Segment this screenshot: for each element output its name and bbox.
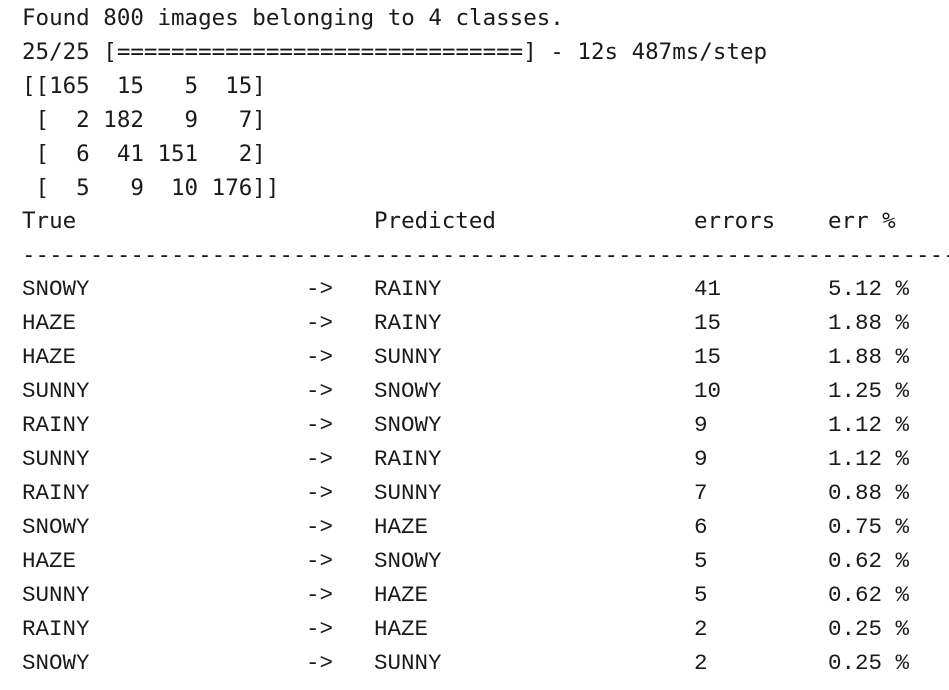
arrow-cell: -> <box>306 548 334 574</box>
predicted-class-cell: SNOWY <box>374 378 442 404</box>
table-row: SNOWY -> RAINY 41 5.12 % <box>0 272 949 306</box>
predicted-class-cell: RAINY <box>374 446 442 472</box>
arrow-cell: -> <box>306 616 334 642</box>
arrow-cell: -> <box>306 344 334 370</box>
predicted-class-cell: RAINY <box>374 310 442 336</box>
table-row: HAZE -> SUNNY 15 1.88 % <box>0 340 949 374</box>
error-percent-cell: 5.12 % <box>828 276 910 302</box>
error-percent-cell: 1.25 % <box>828 378 910 404</box>
arrow-cell: -> <box>306 514 334 540</box>
predicted-class-cell: SUNNY <box>374 344 442 370</box>
table-row: RAINY -> SNOWY 9 1.12 % <box>0 408 949 442</box>
predicted-class-cell: SNOWY <box>374 412 442 438</box>
arrow-cell: -> <box>306 412 334 438</box>
errors-cell: 2 <box>694 616 708 642</box>
true-class-cell: HAZE <box>22 548 77 574</box>
errors-cell: 9 <box>694 446 708 472</box>
true-class-cell: HAZE <box>22 310 77 336</box>
true-class-cell: SNOWY <box>22 650 90 676</box>
true-class-cell: SNOWY <box>22 276 90 302</box>
found-images-line: Found 800 images belonging to 4 classes. <box>22 5 564 31</box>
errors-cell: 6 <box>694 514 708 540</box>
arrow-cell: -> <box>306 446 334 472</box>
table-row: SUNNY -> SNOWY 10 1.25 % <box>0 374 949 408</box>
true-class-cell: SUNNY <box>22 446 90 472</box>
arrow-cell: -> <box>306 480 334 506</box>
true-class-cell: RAINY <box>22 616 90 642</box>
error-percent-cell: 1.12 % <box>828 446 910 472</box>
header-true: True <box>22 208 77 234</box>
table-row: RAINY -> HAZE 2 0.25 % <box>0 612 949 646</box>
predicted-class-cell: SNOWY <box>374 548 442 574</box>
predicted-class-cell: SUNNY <box>374 650 442 676</box>
errors-cell: 10 <box>694 378 722 404</box>
errors-cell: 15 <box>694 344 722 370</box>
header-predicted: Predicted <box>374 208 496 234</box>
predicted-class-cell: HAZE <box>374 582 429 608</box>
predicted-class-cell: HAZE <box>374 514 429 540</box>
table-header: True Predicted errors err % <box>0 204 949 238</box>
true-class-cell: HAZE <box>22 344 77 370</box>
arrow-cell: -> <box>306 378 334 404</box>
true-class-cell: SNOWY <box>22 514 90 540</box>
confusion-matrix-row: [ 6 41 151 2] <box>22 141 266 167</box>
table-row: SNOWY -> SUNNY 2 0.25 % <box>0 646 949 680</box>
predicted-class-cell: SUNNY <box>374 480 442 506</box>
predicted-class-cell: HAZE <box>374 616 429 642</box>
error-percent-cell: 0.62 % <box>828 582 910 608</box>
confusion-matrix-row: [ 5 9 10 176]] <box>22 175 280 201</box>
confusion-matrix-row: [ 2 182 9 7] <box>22 107 266 133</box>
error-percent-cell: 1.88 % <box>828 310 910 336</box>
errors-cell: 5 <box>694 548 708 574</box>
header-errors: errors <box>694 208 776 234</box>
table-row: SUNNY -> RAINY 9 1.12 % <box>0 442 949 476</box>
errors-cell: 5 <box>694 582 708 608</box>
errors-cell: 2 <box>694 650 708 676</box>
header-err-pct: err % <box>828 208 896 234</box>
error-percent-cell: 0.75 % <box>828 514 910 540</box>
error-percent-cell: 0.25 % <box>828 650 910 676</box>
table-row: HAZE -> SNOWY 5 0.62 % <box>0 544 949 578</box>
true-class-cell: SUNNY <box>22 378 90 404</box>
error-percent-cell: 0.88 % <box>828 480 910 506</box>
true-class-cell: RAINY <box>22 412 90 438</box>
error-percent-cell: 0.62 % <box>828 548 910 574</box>
errors-cell: 7 <box>694 480 708 506</box>
table-row: HAZE -> RAINY 15 1.88 % <box>0 306 949 340</box>
table-row: RAINY -> SUNNY 7 0.88 % <box>0 476 949 510</box>
progress-line: 25/25 [==============================] -… <box>22 39 768 65</box>
table-row: SNOWY -> HAZE 6 0.75 % <box>0 510 949 544</box>
errors-cell: 15 <box>694 310 722 336</box>
predicted-class-cell: RAINY <box>374 276 442 302</box>
arrow-cell: -> <box>306 310 334 336</box>
error-percent-cell: 1.88 % <box>828 344 910 370</box>
errors-cell: 41 <box>694 276 722 302</box>
table-row: SUNNY -> HAZE 5 0.62 % <box>0 578 949 612</box>
arrow-cell: -> <box>306 650 334 676</box>
errors-cell: 9 <box>694 412 708 438</box>
true-class-cell: RAINY <box>22 480 90 506</box>
arrow-cell: -> <box>306 276 334 302</box>
true-class-cell: SUNNY <box>22 582 90 608</box>
error-percent-cell: 0.25 % <box>828 616 910 642</box>
error-percent-cell: 1.12 % <box>828 412 910 438</box>
console-output: Found 800 images belonging to 4 classes.… <box>0 0 949 690</box>
table-separator: ----------------------------------------… <box>22 242 949 268</box>
arrow-cell: -> <box>306 582 334 608</box>
confusion-matrix-row: [[165 15 5 15] <box>22 73 266 99</box>
